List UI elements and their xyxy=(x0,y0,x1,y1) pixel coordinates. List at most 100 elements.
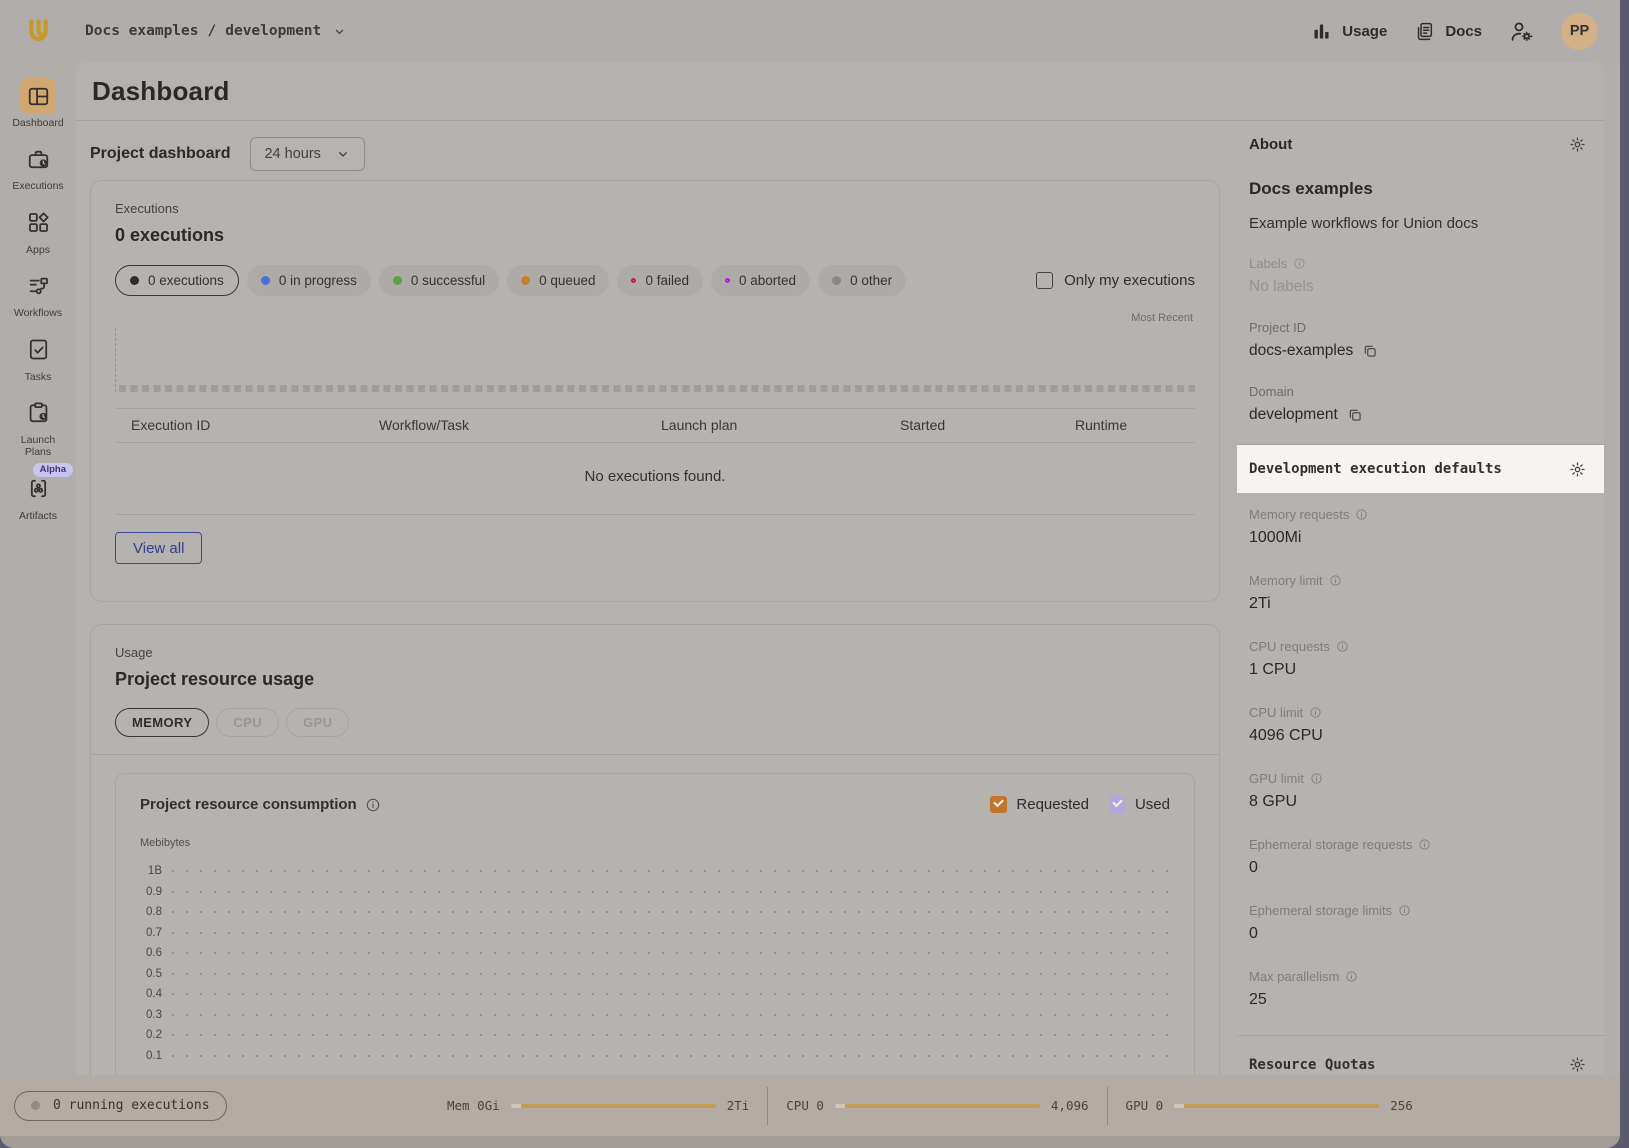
union-logo-icon[interactable] xyxy=(22,15,55,48)
field-value: 25 xyxy=(1249,991,1586,1009)
usage-title: Project resource usage xyxy=(115,669,1195,690)
topnav-docs[interactable]: Docs xyxy=(1414,21,1482,42)
filter-chip-0-successful[interactable]: 0 successful xyxy=(379,265,499,296)
defaults-settings-gear-icon[interactable] xyxy=(1569,461,1586,478)
page-header: Dashboard xyxy=(76,62,1604,121)
tab-cpu[interactable]: CPU xyxy=(216,708,279,737)
topnav-usage[interactable]: Usage xyxy=(1311,21,1387,42)
legend-checkbox[interactable] xyxy=(990,796,1007,813)
gridline xyxy=(172,1014,1170,1016)
chevron-down-icon[interactable] xyxy=(332,24,347,39)
docs-icon xyxy=(1414,21,1435,42)
executions-count-title: 0 executions xyxy=(115,225,1195,246)
tab-memory[interactable]: MEMORY xyxy=(115,708,209,737)
meter-mem: Mem 0Gi 2Ti xyxy=(447,1098,749,1113)
sidebar-item-launch-plans[interactable]: Launch Plans xyxy=(0,395,76,459)
timeline-plot-area xyxy=(115,328,1195,392)
apps-icon xyxy=(20,205,56,241)
breadcrumb[interactable]: Docs examples / development xyxy=(85,23,347,39)
field-cpu-limit: CPU limit4096 CPU xyxy=(1249,705,1586,745)
status-dot xyxy=(832,276,841,285)
consumption-title-text: Project resource consumption xyxy=(140,796,357,813)
info-icon xyxy=(1336,640,1349,653)
column-header-runtime: Runtime xyxy=(1075,417,1195,433)
toolbar-label: Project dashboard xyxy=(90,145,230,163)
executions-table-header: Execution IDWorkflow/TaskLaunch planStar… xyxy=(115,409,1195,443)
field-label-text: CPU limit xyxy=(1249,705,1303,720)
view-all-button[interactable]: View all xyxy=(115,532,202,564)
filter-chip-0-other[interactable]: 0 other xyxy=(818,265,906,296)
sidebar-item-workflows[interactable]: Workflows xyxy=(0,268,76,319)
tab-gpu[interactable]: GPU xyxy=(286,708,349,737)
dashboard-icon xyxy=(20,78,56,114)
left-nav-rail: Dashboard Executions Apps Workflows Tasks Lau… xyxy=(0,62,76,1075)
sidebar-item-apps[interactable]: Apps xyxy=(0,205,76,256)
filter-chip-label: 0 executions xyxy=(148,273,224,288)
sidebar-item-artifacts[interactable]: AlphaArtifacts xyxy=(0,471,76,522)
filter-chip-0-aborted[interactable]: 0 aborted xyxy=(711,265,810,296)
sidebar-item-dashboard[interactable]: Dashboard xyxy=(0,78,76,129)
breadcrumb-project[interactable]: Docs examples xyxy=(85,23,199,39)
meter-max: 2Ti xyxy=(727,1098,750,1113)
domain-value-row: development xyxy=(1249,406,1586,424)
resource-meters: Mem 0Gi2TiCPU 04,096GPU 0256 xyxy=(447,1075,1413,1136)
legend-requested[interactable]: Requested xyxy=(990,796,1089,813)
legend-used[interactable]: Used xyxy=(1109,796,1170,813)
filter-chip-0-failed[interactable]: 0 failed xyxy=(617,265,703,296)
sidebar-item-executions[interactable]: Executions xyxy=(0,141,76,192)
y-axis-ticks: 1B0.90.80.70.60.50.40.30.20.1 xyxy=(140,861,1170,1066)
project-name: Docs examples xyxy=(1249,179,1586,199)
project-id-value: docs-examples xyxy=(1249,342,1353,360)
project-info-sidebar: About Docs examples Example workflows fo… xyxy=(1237,121,1604,1076)
sidebar-item-label: Apps xyxy=(10,244,66,256)
field-label-text: Ephemeral storage requests xyxy=(1249,837,1412,852)
info-icon xyxy=(365,797,381,813)
usage-eyebrow: Usage xyxy=(115,645,1195,660)
field-memory-limit: Memory limit2Ti xyxy=(1249,573,1586,613)
copy-icon[interactable] xyxy=(1347,407,1363,423)
status-dot xyxy=(130,276,139,285)
gridline xyxy=(172,870,1170,872)
user-admin-button[interactable] xyxy=(1509,19,1534,44)
filter-chip-0-in-progress[interactable]: 0 in progress xyxy=(247,265,371,296)
only-my-executions-toggle[interactable]: Only my executions xyxy=(1036,272,1195,289)
info-icon xyxy=(1293,257,1306,270)
gridline xyxy=(172,1034,1170,1036)
running-executions-chip[interactable]: 0 running executions xyxy=(14,1091,227,1121)
filter-chip-0-executions[interactable]: 0 executions xyxy=(115,265,239,296)
y-tick-label: 0.7 xyxy=(140,927,172,939)
field-label: CPU requests xyxy=(1249,639,1586,654)
page-title: Dashboard xyxy=(92,76,230,107)
about-settings-gear-icon[interactable] xyxy=(1569,136,1586,153)
breadcrumb-domain[interactable]: development xyxy=(225,23,321,39)
domain-label: Domain xyxy=(1249,384,1586,399)
filter-chip-label: 0 successful xyxy=(411,273,485,288)
copy-icon[interactable] xyxy=(1362,343,1378,359)
legend-checkbox[interactable] xyxy=(1109,796,1126,813)
quotas-settings-gear-icon[interactable] xyxy=(1569,1056,1586,1073)
screenshot-stage: Docs examples / development Usage Docs PP… xyxy=(0,0,1629,1148)
field-value: 0 xyxy=(1249,925,1586,943)
y-tick-row: 0.6 xyxy=(140,943,1170,964)
y-tick-label: 0.9 xyxy=(140,886,172,898)
time-range-select[interactable]: 24 hours xyxy=(250,137,364,171)
column-header-started: Started xyxy=(900,417,1075,433)
sidebar-item-tasks[interactable]: Tasks xyxy=(0,332,76,383)
meter-label: Mem 0Gi xyxy=(447,1098,500,1113)
field-label: GPU limit xyxy=(1249,771,1586,786)
user-gear-icon xyxy=(1509,19,1534,44)
info-icon xyxy=(1309,706,1322,719)
domain-value: development xyxy=(1249,406,1338,424)
only-my-checkbox[interactable] xyxy=(1036,272,1053,289)
execution-defaults-fields: Memory requests1000MiMemory limit2TiCPU … xyxy=(1249,507,1586,1009)
field-label: Ephemeral storage limits xyxy=(1249,903,1586,918)
filter-chip-0-queued[interactable]: 0 queued xyxy=(507,265,609,296)
avatar[interactable]: PP xyxy=(1561,13,1598,50)
chevron-down-icon xyxy=(335,146,351,162)
y-tick-label: 0.3 xyxy=(140,1009,172,1021)
filter-chip-label: 0 other xyxy=(850,273,892,288)
workflows-icon xyxy=(20,268,56,304)
y-tick-label: 0.8 xyxy=(140,906,172,918)
meter-bar xyxy=(511,1104,716,1108)
status-dot xyxy=(631,278,636,283)
